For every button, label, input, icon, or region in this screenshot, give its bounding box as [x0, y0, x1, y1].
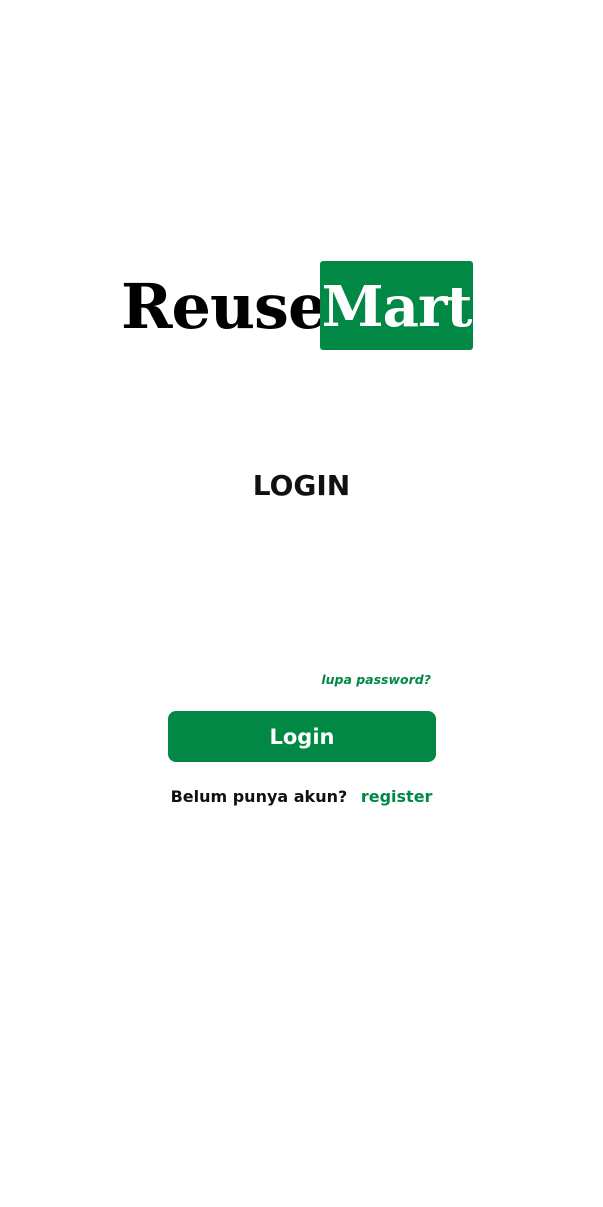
logo-word-reuse: Reuse [121, 270, 327, 343]
login-button[interactable]: Login [168, 711, 436, 762]
register-row: Belum punya akun? register [0, 785, 603, 809]
forgot-password-link[interactable]: lupa password? [321, 670, 431, 690]
register-link[interactable]: register [361, 787, 433, 806]
logo-word-mart: Mart [321, 273, 473, 340]
page-title: LOGIN [252, 469, 351, 502]
logo-mart-box: Mart [320, 261, 473, 350]
reusemart-logo: Reuse Mart [121, 261, 474, 351]
register-prompt: Belum punya akun? [170, 787, 348, 806]
